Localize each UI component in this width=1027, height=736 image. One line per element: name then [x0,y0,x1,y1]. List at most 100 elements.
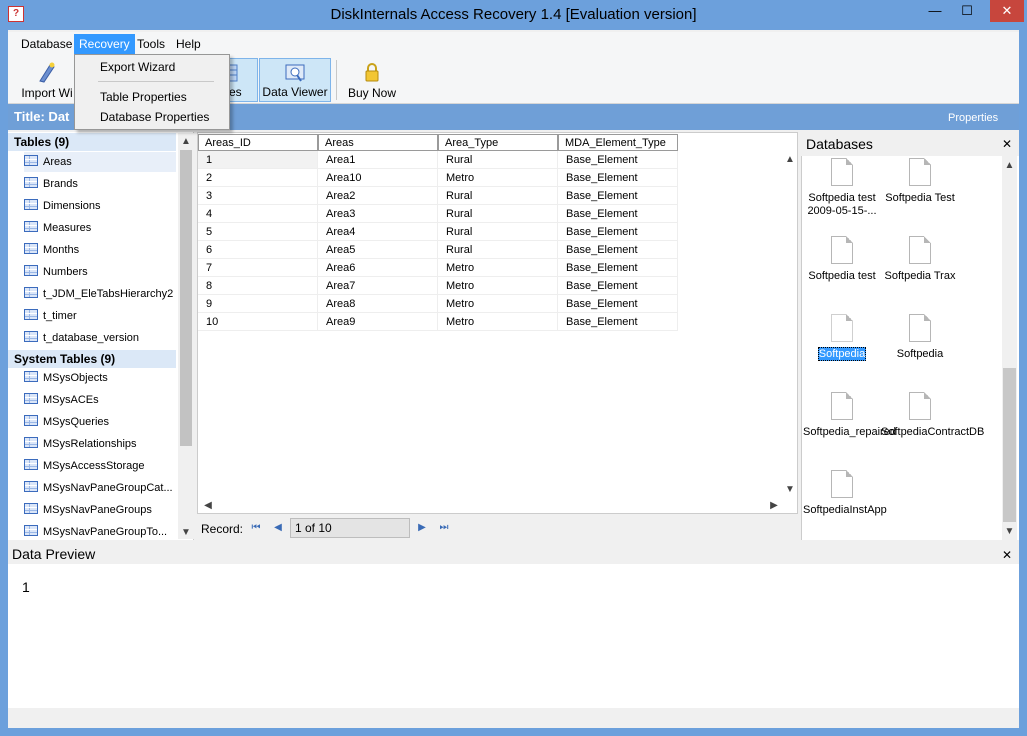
grid-scroll-right-icon[interactable]: ▶ [766,500,782,511]
table-cell[interactable]: Rural [438,241,558,259]
properties-link[interactable]: Properties [948,112,998,124]
maximize-button[interactable]: ☐ [952,0,982,22]
table-list-item[interactable]: Numbers [24,262,176,282]
system-table-list-item[interactable]: MSysObjects [24,368,176,388]
table-cell[interactable]: Rural [438,187,558,205]
table-cell[interactable]: Base_Element [558,223,678,241]
database-item[interactable]: Softpedia_repaired [803,392,896,439]
table-list-item[interactable]: Measures [24,218,176,238]
table-cell[interactable]: Base_Element [558,169,678,187]
table-cell[interactable]: Base_Element [558,313,678,331]
database-item[interactable]: Softpedia test [803,236,881,283]
table-cell[interactable]: Metro [438,169,558,187]
database-item[interactable]: SoftpediaInstApp [803,470,887,517]
system-table-list-item[interactable]: MSysQueries [24,412,176,432]
table-cell[interactable]: Area7 [318,277,438,295]
record-position-field[interactable]: 1 of 10 [290,518,410,538]
tables-scroll-up-icon[interactable]: ▲ [178,136,194,147]
table-list-item[interactable]: t_JDM_EleTabsHierarchy2 [24,284,176,304]
grid-scroll-down-icon[interactable]: ▼ [783,484,797,495]
grid-scroll-left-icon[interactable]: ◀ [200,500,216,511]
table-cell[interactable]: Base_Element [558,151,678,169]
table-cell[interactable]: Metro [438,295,558,313]
buy-now-button[interactable]: Buy Now [342,58,402,102]
table-cell[interactable]: Base_Element [558,277,678,295]
menu-database-properties[interactable]: Database Properties [100,110,209,124]
system-table-list-item[interactable]: MSysRelationships [24,434,176,454]
table-cell[interactable]: 10 [198,313,318,331]
table-cell[interactable]: 4 [198,205,318,223]
table-cell[interactable]: Base_Element [558,295,678,313]
table-cell[interactable]: Rural [438,205,558,223]
table-cell[interactable]: 8 [198,277,318,295]
table-cell[interactable]: Area8 [318,295,438,313]
table-list-item[interactable]: Brands [24,174,176,194]
column-header[interactable]: Areas [318,134,438,151]
table-cell[interactable]: Area3 [318,205,438,223]
table-cell[interactable]: Rural [438,223,558,241]
table-cell[interactable]: Rural [438,151,558,169]
tables-scroll-thumb[interactable] [180,150,192,446]
menu-tools[interactable]: Tools [132,34,170,54]
column-header[interactable]: Areas_ID [198,134,318,151]
table-cell[interactable]: 1 [198,151,318,169]
system-table-list-item[interactable]: MSysNavPaneGroupTo... [24,522,176,542]
database-item[interactable]: Softpedia [881,314,959,361]
data-preview-close-icon[interactable]: ✕ [1002,548,1012,562]
system-tables-group-header[interactable]: System Tables (9) [8,350,176,368]
table-cell[interactable]: 7 [198,259,318,277]
table-cell[interactable]: Metro [438,313,558,331]
table-list-item[interactable]: Areas [24,152,176,172]
grid-horizontal-scrollbar[interactable] [198,497,783,513]
data-viewer-button[interactable]: Data Viewer [259,58,331,102]
table-cell[interactable]: Area9 [318,313,438,331]
tables-group-header[interactable]: Tables (9) [8,133,176,151]
close-button[interactable]: ✕ [990,0,1024,22]
databases-panel-close-icon[interactable]: ✕ [1002,137,1012,151]
table-list-item[interactable]: t_timer [24,306,176,326]
database-item[interactable]: Softpedia [803,314,881,361]
table-cell[interactable]: Area2 [318,187,438,205]
next-record-icon[interactable]: ▶ [414,520,430,536]
menu-database[interactable]: Database [16,34,77,54]
table-cell[interactable]: 9 [198,295,318,313]
table-list-item[interactable]: t_database_version [24,328,176,348]
previous-record-icon[interactable]: ◀ [270,520,286,536]
minimize-button[interactable]: — [920,0,950,22]
database-item[interactable]: SoftpediaContractDB [881,392,984,439]
database-item[interactable]: Softpedia Trax [881,236,959,283]
grid-vertical-scrollbar[interactable] [783,152,797,497]
menu-recovery[interactable]: Recovery [74,34,135,54]
menu-help[interactable]: Help [171,34,206,54]
table-cell[interactable]: Base_Element [558,205,678,223]
table-cell[interactable]: Metro [438,259,558,277]
table-cell[interactable]: Area1 [318,151,438,169]
system-table-list-item[interactable]: MSysNavPaneGroups [24,500,176,520]
menu-export-wizard[interactable]: Export Wizard [100,60,175,74]
table-list-item[interactable]: Dimensions [24,196,176,216]
database-item[interactable]: Softpedia test 2009-05-15-... [803,158,881,218]
table-cell[interactable]: Base_Element [558,241,678,259]
table-cell[interactable]: 5 [198,223,318,241]
tables-scroll-down-icon[interactable]: ▼ [178,527,194,538]
table-cell[interactable]: 6 [198,241,318,259]
menu-table-properties[interactable]: Table Properties [100,90,187,104]
table-cell[interactable]: Area4 [318,223,438,241]
table-cell[interactable]: Metro [438,277,558,295]
grid-scroll-up-icon[interactable]: ▲ [783,154,797,165]
import-wizard-button[interactable]: Import Wi [14,58,80,102]
databases-scroll-down-icon[interactable]: ▼ [1002,526,1017,537]
table-cell[interactable]: 3 [198,187,318,205]
table-cell[interactable]: Area10 [318,169,438,187]
last-record-icon[interactable]: ⏭ [436,520,452,536]
table-cell[interactable]: Area6 [318,259,438,277]
system-table-list-item[interactable]: MSysACEs [24,390,176,410]
table-cell[interactable]: Base_Element [558,187,678,205]
database-item[interactable]: Softpedia Test [881,158,959,205]
column-header[interactable]: Area_Type [438,134,558,151]
system-table-list-item[interactable]: MSysAccessStorage [24,456,176,476]
system-table-list-item[interactable]: MSysNavPaneGroupCat... [24,478,176,498]
databases-scroll-thumb[interactable] [1003,368,1016,522]
column-header[interactable]: MDA_Element_Type [558,134,678,151]
table-cell[interactable]: Base_Element [558,259,678,277]
